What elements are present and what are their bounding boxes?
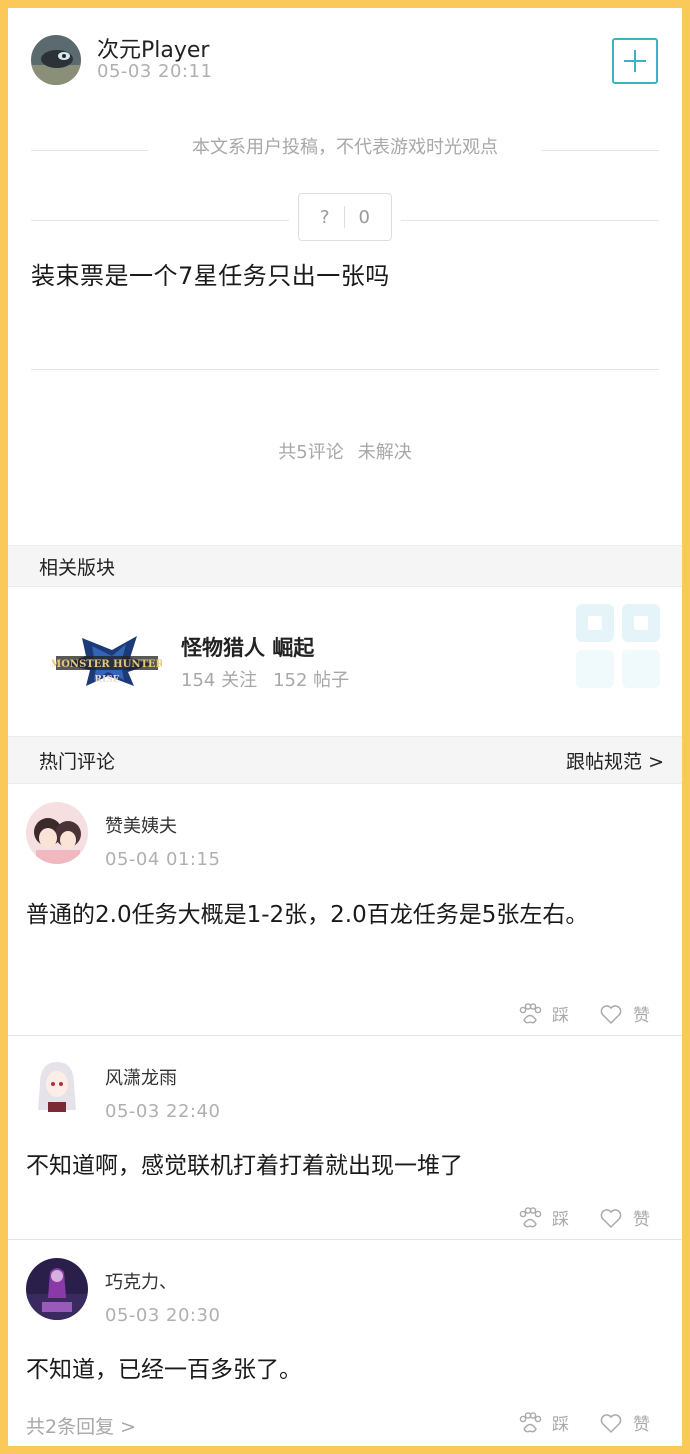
comment-item: 巧克力、 05-03 20:30 不知道，已经一百多张了。 共2条回复 > 踩 … [8,1240,682,1446]
question-icon: ? [319,206,330,228]
author-name[interactable]: 次元Player [97,32,209,64]
commenter-avatar[interactable] [26,802,88,864]
commenter-name[interactable]: 巧克力、 [105,1268,177,1294]
comment-time: 05-03 22:40 [105,1101,221,1122]
board-logo-subtext: RISE [94,675,119,685]
heart-icon [600,1208,622,1228]
related-section-header: 相关版块 [8,545,682,587]
comment-text: 不知道，已经一百多张了。 [26,1357,302,1383]
post-time: 05-03 20:11 [97,61,213,82]
vote-separator [343,206,345,228]
content-divider [31,369,659,370]
commenter-name[interactable]: 赞美姨夫 [105,812,177,838]
heart-icon [600,1004,622,1024]
comment-item: 赞美姨夫 05-04 01:15 普通的2.0任务大概是1-2张，2.0百龙任务… [8,784,682,1036]
comment-text: 普通的2.0任务大概是1-2张，2.0百龙任务是5张左右。 [26,902,589,928]
view-replies-link[interactable]: 共2条回复 > [26,1412,136,1439]
dislike-button[interactable]: 踩 [518,1410,569,1435]
board-logo[interactable]: MONSTER HUNTER RISE [50,630,165,690]
comment-count: 共5评论 [278,442,344,463]
commenter-avatar[interactable] [26,1054,88,1116]
comment-actions: 踩 赞 [518,1410,650,1435]
paw-icon [519,1002,542,1023]
board-name[interactable]: 怪物猎人 崛起 [181,632,314,662]
comment-text: 不知道啊，感觉联机打着打着就出现一堆了 [26,1153,463,1179]
divider-line [401,220,659,221]
resolve-status: 未解决 [357,442,412,463]
post-stats: 共5评论 未解决 [8,438,682,464]
dislike-button[interactable]: 踩 [518,1205,569,1230]
board-stats: 154 关注 152 帖子 [181,666,349,692]
hot-comments-title: 热门评论 [39,750,116,773]
dislike-label: 踩 [552,1415,569,1435]
disclaimer-text: 本文系用户投稿，不代表游戏时光观点 [192,137,498,158]
like-button[interactable]: 赞 [599,1410,650,1435]
comment-item: 风潇龙雨 05-03 22:40 不知道啊，感觉联机打着打着就出现一堆了 踩 赞 [8,1036,682,1240]
comment-actions: 踩 赞 [518,1001,650,1026]
divider-line [31,220,289,221]
dislike-button[interactable]: 踩 [518,1001,569,1026]
board-followers: 154 关注 [181,670,258,691]
like-label: 赞 [633,1006,650,1026]
vote-count: 0 [358,206,370,228]
like-label: 赞 [633,1415,650,1435]
post-title: 装束票是一个7星任务只出一张吗 [31,262,390,290]
board-logo-text: MONSTER HUNTER [52,659,162,670]
comment-actions: 踩 赞 [518,1205,650,1230]
paw-icon [519,1206,542,1227]
like-button[interactable]: 赞 [599,1205,650,1230]
author-avatar[interactable] [31,35,81,85]
vote-box[interactable]: ? 0 [298,193,392,241]
related-section-title: 相关版块 [39,556,116,579]
heart-icon [600,1413,622,1433]
like-button[interactable]: 赞 [599,1001,650,1026]
plus-icon [624,50,646,72]
divider-line [542,150,659,151]
dislike-label: 踩 [552,1210,569,1230]
grid-icon [574,602,664,692]
dislike-label: 踩 [552,1006,569,1026]
board-posts: 152 帖子 [273,670,350,691]
commenter-avatar[interactable] [26,1258,88,1320]
comment-time: 05-04 01:15 [105,849,221,870]
post-page: 次元Player 05-03 20:11 本文系用户投稿，不代表游戏时光观点 ?… [8,8,682,1446]
rules-link[interactable]: 跟帖规范 > [566,747,664,774]
paw-icon [519,1411,542,1432]
hot-comments-header: 热门评论 跟帖规范 > [8,736,682,784]
commenter-name[interactable]: 风潇龙雨 [105,1064,177,1090]
add-button[interactable] [612,38,658,84]
comment-time: 05-03 20:30 [105,1305,221,1326]
like-label: 赞 [633,1210,650,1230]
